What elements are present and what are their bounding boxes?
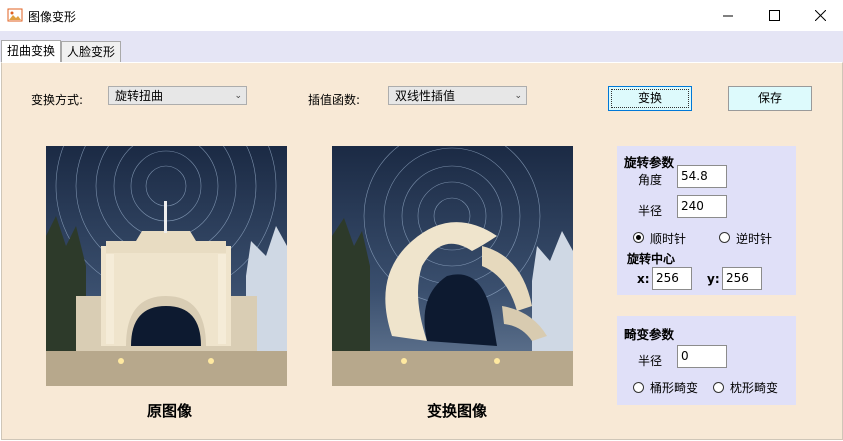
maximize-button[interactable] (751, 0, 797, 31)
focus-ring (611, 89, 689, 108)
transformed-image-caption: 变换图像 (427, 402, 488, 420)
rotation-params-group: 旋转参数 角度 54.8 半径 240 顺时针 逆时针 旋转中心 x: 256 … (617, 146, 796, 295)
pincushion-radio[interactable] (713, 382, 724, 393)
title-bar: 图像变形 (0, 0, 843, 31)
clockwise-radio[interactable] (633, 232, 644, 243)
distortion-params-group: 畸变参数 半径 0 桶形畸变 枕形畸变 (617, 316, 796, 405)
image-app-icon (7, 8, 23, 22)
angle-label: 角度 (638, 173, 663, 187)
radius-input[interactable]: 240 (677, 195, 727, 218)
transform-mode-value: 旋转扭曲 (115, 89, 164, 103)
chevron-down-icon: ⌄ (234, 91, 242, 101)
tab-strip: 扭曲变换 人脸变形 (0, 31, 843, 63)
save-button-label: 保存 (757, 91, 782, 105)
distortion-params-title: 畸变参数 (624, 327, 675, 342)
save-button[interactable]: 保存 (728, 86, 812, 111)
transform-mode-select[interactable]: 旋转扭曲 ⌄ (108, 86, 247, 105)
clockwise-label: 顺时针 (650, 232, 687, 246)
window-title: 图像变形 (28, 10, 77, 24)
distortion-radius-label: 半径 (638, 354, 663, 368)
interpolation-select[interactable]: 双线性插值 ⌄ (388, 86, 527, 105)
original-image-caption: 原图像 (147, 402, 193, 420)
minimize-button[interactable] (705, 0, 751, 31)
maximize-icon (768, 10, 780, 21)
close-icon (814, 10, 826, 21)
rotation-center-title: 旋转中心 (627, 252, 676, 266)
angle-input[interactable]: 54.8 (677, 165, 727, 188)
center-x-label: x: (637, 272, 650, 286)
pincushion-label: 枕形畸变 (730, 381, 779, 395)
rotation-params-title: 旋转参数 (624, 155, 675, 170)
center-x-input[interactable]: 256 (652, 267, 692, 290)
close-button[interactable] (797, 0, 843, 31)
counterclockwise-label: 逆时针 (736, 232, 773, 246)
interpolation-label: 插值函数: (308, 93, 361, 107)
transform-button[interactable]: 变换 (608, 86, 692, 111)
center-y-input[interactable]: 256 (722, 267, 762, 290)
counterclockwise-radio[interactable] (719, 232, 730, 243)
tab-face-morph[interactable]: 人脸变形 (61, 41, 122, 62)
tab-distortion[interactable]: 扭曲变换 (1, 40, 62, 63)
transform-mode-label: 变换方式: (31, 93, 84, 107)
original-image (46, 146, 287, 386)
minimize-icon (723, 15, 733, 16)
center-y-label: y: (707, 272, 720, 286)
barrel-radio[interactable] (633, 382, 644, 393)
transformed-image (332, 146, 573, 386)
radius-label: 半径 (638, 204, 663, 218)
chevron-down-icon: ⌄ (514, 91, 522, 101)
distortion-radius-input[interactable]: 0 (677, 345, 727, 368)
interpolation-value: 双线性插值 (395, 89, 456, 103)
radio-selected-dot (636, 235, 641, 240)
barrel-label: 桶形畸变 (650, 381, 699, 395)
distortion-panel: 变换方式: 旋转扭曲 ⌄ 插值函数: 双线性插值 ⌄ 变换 保存 原图像 变换图… (1, 62, 843, 440)
